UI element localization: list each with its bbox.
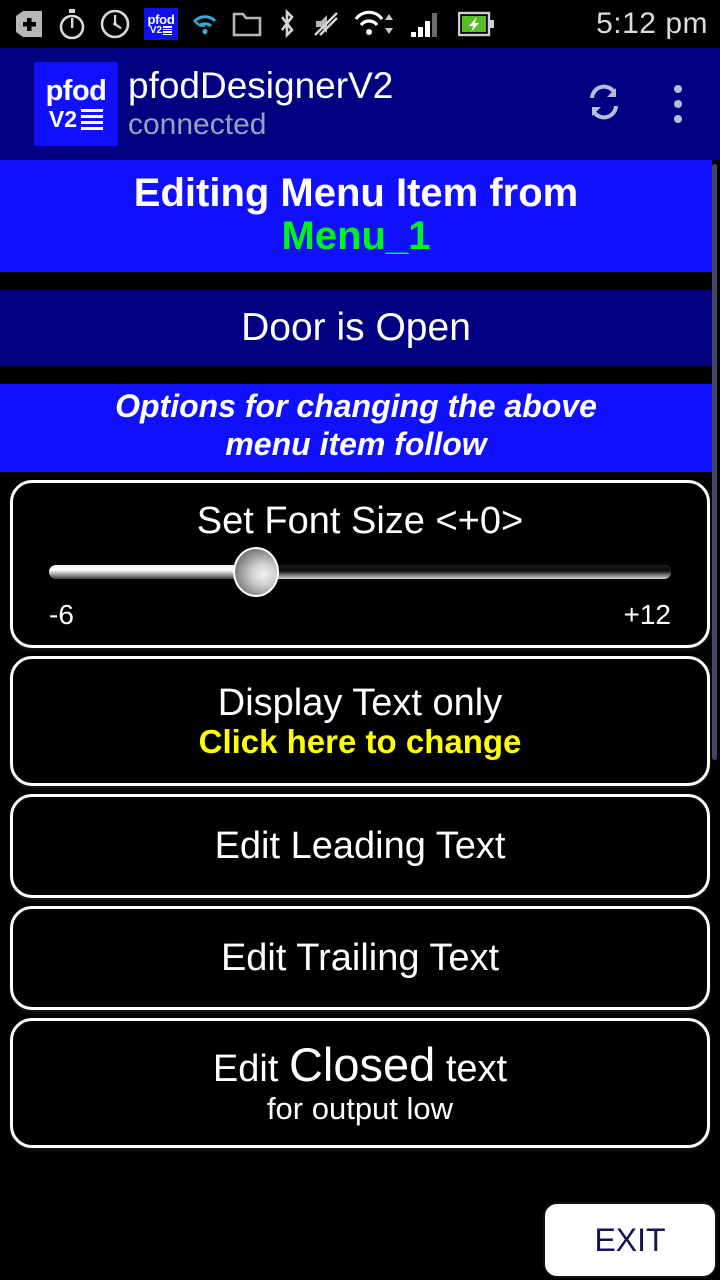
scroll-content[interactable]: Editing Menu Item from Menu_1 Door is Op… — [0, 160, 720, 1280]
wifi-small-icon — [192, 12, 218, 36]
options-banner-line1: Options for changing the above — [115, 388, 597, 425]
edit-closed-text-hint: for output low — [266, 1090, 454, 1126]
slider-max-label: +12 — [623, 598, 672, 630]
app-logo-icon: pfod V2 — [34, 62, 118, 146]
add-plus-icon — [14, 10, 44, 38]
editing-banner-menu-name: Menu_1 — [281, 214, 431, 258]
slider-min-label: -6 — [49, 598, 74, 630]
overflow-menu-icon — [674, 85, 682, 123]
app-logo-line1: pfod — [45, 75, 107, 107]
display-text-only-button[interactable]: Display Text only Click here to change — [10, 656, 710, 786]
menu-item-preview-text: Door is Open — [241, 306, 471, 349]
overflow-menu-button[interactable] — [654, 76, 702, 132]
options-banner: Options for changing the above menu item… — [0, 384, 712, 472]
exit-button-area: EXIT — [540, 1200, 720, 1280]
status-bar-clock: 5:12 pm — [596, 7, 708, 40]
app-logo-line2: V2 — [49, 108, 104, 131]
band-gap — [0, 272, 720, 290]
wifi-transfer-icon — [354, 10, 396, 38]
edit-leading-text-label: Edit Leading Text — [214, 824, 506, 867]
refresh-button[interactable] — [580, 76, 628, 132]
edit-closed-text-label: Edit Closed text — [213, 1039, 507, 1092]
edit-closed-text-suffix: text — [435, 1048, 508, 1091]
app-title-block: pfodDesignerV2 connected — [118, 65, 580, 141]
stopwatch-icon — [58, 8, 86, 40]
status-bar: pfod V2 5:12 pm — [0, 0, 720, 48]
band-gap — [0, 366, 720, 384]
pfod-app-icon: pfod V2 — [144, 8, 178, 40]
app-bar: pfod V2 pfodDesignerV2 connected — [0, 48, 720, 160]
connection-status: connected — [128, 107, 267, 141]
cellular-signal-icon — [410, 10, 444, 38]
app-title: pfodDesignerV2 — [128, 65, 394, 107]
edit-trailing-text-button[interactable]: Edit Trailing Text — [10, 906, 710, 1010]
refresh-icon — [580, 78, 628, 131]
font-size-slider-title: Set Font Size <+0> — [196, 499, 524, 542]
battery-charging-icon — [458, 11, 496, 37]
clock-icon — [100, 9, 130, 39]
edit-closed-text-state: Closed — [288, 1038, 436, 1092]
hamburger-lines-icon — [163, 26, 173, 35]
exit-button-label: EXIT — [594, 1221, 666, 1258]
folder-icon — [232, 11, 262, 37]
pfod-app-icon-line2: V2 — [150, 25, 173, 36]
font-size-slider[interactable] — [49, 546, 671, 597]
hamburger-lines-icon — [81, 109, 104, 130]
mute-icon — [312, 10, 340, 38]
edit-leading-text-button[interactable]: Edit Leading Text — [10, 794, 710, 898]
editing-banner-line1: Editing Menu Item from — [133, 171, 579, 215]
display-text-only-hint: Click here to change — [198, 723, 522, 761]
bluetooth-icon — [276, 9, 298, 39]
slider-track-remaining[interactable] — [256, 564, 671, 579]
edit-trailing-text-label: Edit Trailing Text — [220, 936, 500, 979]
edit-closed-text-button[interactable]: Edit Closed text for output low — [10, 1018, 710, 1148]
app-bar-actions — [580, 76, 702, 132]
slider-range-labels: -6 +12 — [49, 599, 671, 631]
menu-item-preview[interactable]: Door is Open — [0, 290, 712, 366]
pfod-app-icon-line1: pfod — [147, 11, 175, 27]
vertical-scrollbar[interactable] — [712, 164, 717, 760]
font-size-slider-card[interactable]: Set Font Size <+0> -6 +12 — [10, 480, 710, 648]
slider-thumb[interactable] — [233, 546, 280, 597]
editing-banner: Editing Menu Item from Menu_1 — [0, 160, 712, 272]
display-text-only-label: Display Text only — [217, 681, 503, 724]
exit-button[interactable]: EXIT — [543, 1202, 717, 1278]
edit-closed-text-prefix: Edit — [212, 1048, 289, 1091]
options-banner-line2: menu item follow — [225, 426, 487, 462]
